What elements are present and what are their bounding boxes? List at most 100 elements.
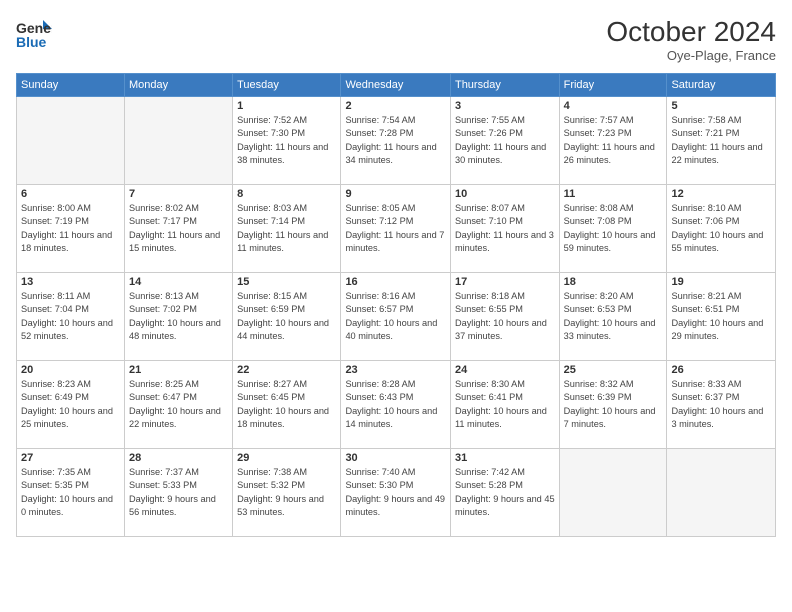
calendar-cell: 13 Sunrise: 8:11 AMSunset: 7:04 PMDayligh…: [17, 273, 125, 361]
col-header-sunday: Sunday: [17, 74, 125, 97]
day-info: Sunrise: 7:40 AMSunset: 5:30 PMDaylight:…: [345, 466, 446, 519]
calendar-cell: 7Sunrise: 8:02 AMSunset: 7:17 PMDaylight…: [124, 185, 232, 273]
day-number: 21: [129, 364, 228, 376]
day-info: Sunrise: 8:23 AMSunset: 6:49 PMDaylight:…: [21, 378, 120, 431]
day-info: Sunrise: 8:28 AMSunset: 6:43 PMDaylight:…: [345, 378, 446, 431]
day-number: 28: [129, 452, 228, 464]
calendar-cell: 23 Sunrise: 8:28 AMSunset: 6:43 PMDayligh…: [341, 361, 451, 449]
col-header-saturday: Saturday: [667, 74, 776, 97]
calendar-cell: 22 Sunrise: 8:27 AMSunset: 6:45 PMDayligh…: [233, 361, 341, 449]
day-number: 27: [21, 452, 120, 464]
day-number: 13: [21, 276, 120, 288]
day-info: Sunrise: 8:16 AMSunset: 6:57 PMDaylight:…: [345, 290, 446, 343]
day-info: Sunrise: 7:52 AMSunset: 7:30 PMDaylight:…: [237, 114, 336, 167]
day-number: 9: [345, 188, 446, 200]
calendar-cell: 21 Sunrise: 8:25 AMSunset: 6:47 PMDayligh…: [124, 361, 232, 449]
day-number: 24: [455, 364, 555, 376]
calendar-cell: [559, 449, 667, 537]
calendar-cell: 6 Sunrise: 8:00 AMSunset: 7:19 PMDaylight…: [17, 185, 125, 273]
day-info: Sunrise: 8:08 AMSunset: 7:08 PMDaylight:…: [564, 202, 663, 255]
day-info: Sunrise: 7:38 AMSunset: 5:32 PMDaylight:…: [237, 466, 336, 519]
day-info: Sunrise: 8:10 AMSunset: 7:06 PMDaylight:…: [671, 202, 771, 255]
day-number: 29: [237, 452, 336, 464]
day-number: 25: [564, 364, 663, 376]
day-info: Sunrise: 8:30 AMSunset: 6:41 PMDaylight:…: [455, 378, 555, 431]
calendar-cell: 4 Sunrise: 7:57 AMSunset: 7:23 PMDaylight…: [559, 97, 667, 185]
day-info: Sunrise: 7:57 AMSunset: 7:23 PMDaylight:…: [564, 114, 663, 167]
day-number: 23: [345, 364, 446, 376]
calendar-cell: 14 Sunrise: 8:13 AMSunset: 7:02 PMDayligh…: [124, 273, 232, 361]
calendar-cell: 2 Sunrise: 7:54 AMSunset: 7:28 PMDaylight…: [341, 97, 451, 185]
day-number: 3: [455, 100, 555, 112]
header: GeneralBlue October 2024 Oye-Plage, Fran…: [16, 16, 776, 63]
col-header-monday: Monday: [124, 74, 232, 97]
day-number: 18: [564, 276, 663, 288]
day-number: 6: [21, 188, 120, 200]
calendar-cell: 11 Sunrise: 8:08 AMSunset: 7:08 PMDayligh…: [559, 185, 667, 273]
day-info: Sunrise: 8:13 AMSunset: 7:02 PMDaylight:…: [129, 290, 228, 343]
calendar-cell: 28 Sunrise: 7:37 AMSunset: 5:33 PMDayligh…: [124, 449, 232, 537]
day-number: 22: [237, 364, 336, 376]
day-info: Sunrise: 8:25 AMSunset: 6:47 PMDaylight:…: [129, 378, 228, 431]
day-info: Sunrise: 8:03 AMSunset: 7:14 PMDaylight:…: [237, 202, 336, 255]
day-info: Sunrise: 8:00 AMSunset: 7:19 PMDaylight:…: [21, 202, 120, 255]
day-number: 10: [455, 188, 555, 200]
calendar-cell: 26 Sunrise: 8:33 AMSunset: 6:37 PMDayligh…: [667, 361, 776, 449]
calendar-cell: 1 Sunrise: 7:52 AMSunset: 7:30 PMDaylight…: [233, 97, 341, 185]
day-number: 8: [237, 188, 336, 200]
day-info: Sunrise: 8:21 AMSunset: 6:51 PMDaylight:…: [671, 290, 771, 343]
logo: GeneralBlue: [16, 16, 52, 52]
day-number: 4: [564, 100, 663, 112]
day-info: Sunrise: 8:20 AMSunset: 6:53 PMDaylight:…: [564, 290, 663, 343]
day-number: 19: [671, 276, 771, 288]
day-number: 14: [129, 276, 228, 288]
calendar-cell: 31 Sunrise: 7:42 AMSunset: 5:28 PMDayligh…: [450, 449, 559, 537]
day-number: 5: [671, 100, 771, 112]
day-info: Sunrise: 8:27 AMSunset: 6:45 PMDaylight:…: [237, 378, 336, 431]
calendar-cell: 9 Sunrise: 8:05 AMSunset: 7:12 PMDaylight…: [341, 185, 451, 273]
calendar-cell: 18 Sunrise: 8:20 AMSunset: 6:53 PMDayligh…: [559, 273, 667, 361]
calendar-cell: 5Sunrise: 7:58 AMSunset: 7:21 PMDaylight…: [667, 97, 776, 185]
calendar-cell: 24 Sunrise: 8:30 AMSunset: 6:41 PMDayligh…: [450, 361, 559, 449]
day-number: 31: [455, 452, 555, 464]
calendar-cell: 27 Sunrise: 7:35 AMSunset: 5:35 PMDayligh…: [17, 449, 125, 537]
day-info: Sunrise: 8:33 AMSunset: 6:37 PMDaylight:…: [671, 378, 771, 431]
day-number: 11: [564, 188, 663, 200]
calendar-cell: [667, 449, 776, 537]
day-number: 2: [345, 100, 446, 112]
calendar-cell: 25 Sunrise: 8:32 AMSunset: 6:39 PMDayligh…: [559, 361, 667, 449]
calendar-cell: 16Sunrise: 8:16 AMSunset: 6:57 PMDayligh…: [341, 273, 451, 361]
day-number: 17: [455, 276, 555, 288]
day-info: Sunrise: 7:42 AMSunset: 5:28 PMDaylight:…: [455, 466, 555, 519]
calendar-header-row: SundayMondayTuesdayWednesdayThursdayFrid…: [17, 74, 776, 97]
calendar-cell: 20Sunrise: 8:23 AMSunset: 6:49 PMDayligh…: [17, 361, 125, 449]
calendar-table: SundayMondayTuesdayWednesdayThursdayFrid…: [16, 73, 776, 537]
day-info: Sunrise: 8:05 AMSunset: 7:12 PMDaylight:…: [345, 202, 446, 255]
calendar-cell: 30 Sunrise: 7:40 AMSunset: 5:30 PMDayligh…: [341, 449, 451, 537]
day-info: Sunrise: 8:11 AMSunset: 7:04 PMDaylight:…: [21, 290, 120, 343]
day-number: 26: [671, 364, 771, 376]
calendar-cell: [17, 97, 125, 185]
calendar-cell: 10 Sunrise: 8:07 AMSunset: 7:10 PMDayligh…: [450, 185, 559, 273]
month-title: October 2024: [606, 16, 776, 48]
calendar-cell: 12Sunrise: 8:10 AMSunset: 7:06 PMDayligh…: [667, 185, 776, 273]
day-number: 7: [129, 188, 228, 200]
day-info: Sunrise: 8:32 AMSunset: 6:39 PMDaylight:…: [564, 378, 663, 431]
day-info: Sunrise: 7:54 AMSunset: 7:28 PMDaylight:…: [345, 114, 446, 167]
day-info: Sunrise: 7:35 AMSunset: 5:35 PMDaylight:…: [21, 466, 120, 519]
day-info: Sunrise: 8:18 AMSunset: 6:55 PMDaylight:…: [455, 290, 555, 343]
calendar-cell: 29 Sunrise: 7:38 AMSunset: 5:32 PMDayligh…: [233, 449, 341, 537]
calendar-cell: 15Sunrise: 8:15 AMSunset: 6:59 PMDayligh…: [233, 273, 341, 361]
svg-text:Blue: Blue: [16, 34, 47, 50]
day-info: Sunrise: 8:07 AMSunset: 7:10 PMDaylight:…: [455, 202, 555, 255]
calendar-cell: 8 Sunrise: 8:03 AMSunset: 7:14 PMDaylight…: [233, 185, 341, 273]
location: Oye-Plage, France: [606, 48, 776, 63]
day-number: 30: [345, 452, 446, 464]
day-number: 1: [237, 100, 336, 112]
day-info: Sunrise: 7:37 AMSunset: 5:33 PMDaylight:…: [129, 466, 228, 519]
title-block: October 2024 Oye-Plage, France: [606, 16, 776, 63]
col-header-friday: Friday: [559, 74, 667, 97]
day-number: 15: [237, 276, 336, 288]
calendar-cell: [124, 97, 232, 185]
calendar-cell: 3Sunrise: 7:55 AMSunset: 7:26 PMDaylight…: [450, 97, 559, 185]
